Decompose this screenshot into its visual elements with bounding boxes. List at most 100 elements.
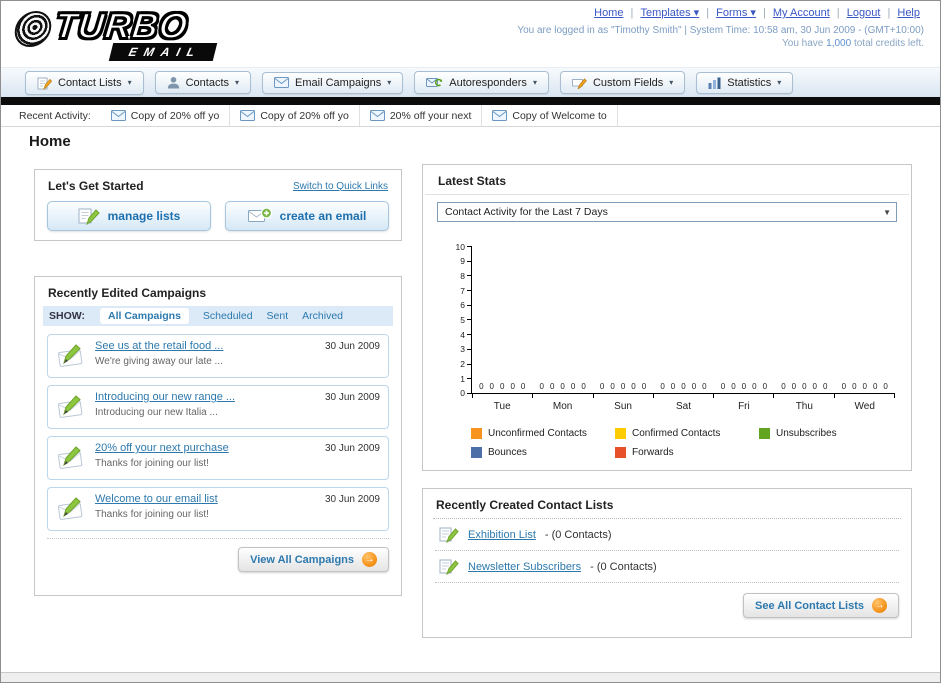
campaign-title-link[interactable]: Introducing our new range ...	[95, 391, 235, 403]
chart-bar-group: 00000	[774, 382, 834, 391]
contact-lists-icon	[37, 76, 52, 90]
chart-value-label: 0	[883, 382, 888, 391]
chart-value-label: 0	[620, 382, 626, 391]
tab-email-campaigns[interactable]: Email Campaigns ▾	[262, 71, 404, 94]
chart-x-label: Sat	[675, 401, 691, 412]
envelope-pencil-icon	[56, 444, 86, 470]
tab-label: Contacts	[185, 76, 230, 89]
list-pencil-icon	[439, 558, 459, 575]
legend-swatch	[759, 428, 770, 439]
tab-custom-fields[interactable]: Custom Fields ▾	[559, 71, 686, 94]
top-link-separator: |	[833, 7, 843, 19]
contact-list-link[interactable]: Exhibition List	[468, 529, 536, 541]
chart-bar-group: 00000	[653, 382, 713, 391]
chart-value-label: 0	[499, 382, 505, 391]
chevron-down-icon: ▾	[387, 78, 392, 87]
filter-archived[interactable]: Archived	[302, 310, 343, 322]
tab-contacts[interactable]: Contacts ▾	[154, 71, 252, 94]
email-campaigns-icon	[274, 77, 290, 88]
create-email-icon	[247, 207, 272, 225]
get-started-header: Let's Get Started Switch to Quick Links	[35, 170, 401, 199]
contact-list-item: Newsletter Subscribers - (0 Contacts)	[423, 551, 911, 582]
campaign-date: 30 Jun 2009	[324, 341, 380, 352]
view-all-campaigns-button[interactable]: View All Campaigns →	[238, 547, 389, 572]
stats-range-select[interactable]: Contact Activity for the Last 7 Days ▼	[437, 202, 897, 222]
credits-info: You have 1,000 total credits left.	[517, 38, 924, 49]
chart-value-label: 0	[641, 382, 647, 391]
legend-item-confirmed-contacts: Confirmed Contacts	[615, 428, 735, 439]
create-email-button[interactable]: create an email	[225, 201, 389, 231]
campaign-title-link[interactable]: Welcome to our email list	[95, 493, 218, 505]
recent-activity-item[interactable]: Copy of 20% off yo	[101, 105, 231, 126]
campaign-title-link[interactable]: 20% off your next purchase	[95, 442, 229, 454]
recent-activity-item[interactable]: Copy of Welcome to	[482, 105, 618, 126]
recent-campaigns-title: Recently Edited Campaigns	[48, 286, 207, 300]
top-link-home[interactable]: Home	[594, 7, 623, 19]
chart-value-label: 0	[702, 382, 707, 391]
latest-stats-header: Latest Stats	[425, 165, 909, 195]
filter-sent[interactable]: Sent	[267, 310, 289, 322]
contact-list-count: - (0 Contacts)	[544, 528, 612, 541]
contact-list-item: Exhibition List - (0 Contacts)	[423, 519, 911, 550]
chart-bar-group: 00000	[835, 382, 895, 391]
top-link-logout[interactable]: Logout	[847, 7, 881, 19]
chart-value-label: 0	[570, 382, 576, 391]
chart-value-label: 0	[581, 382, 586, 391]
legend-label: Bounces	[488, 447, 527, 458]
chart-value-label: 0	[549, 382, 555, 391]
campaign-list: See us at the retail food ... We're givin…	[35, 326, 401, 531]
switch-to-quick-links-link[interactable]: Switch to Quick Links	[293, 181, 388, 192]
contacts-icon	[167, 76, 180, 89]
chart-value-label: 0	[791, 382, 797, 391]
top-link-help[interactable]: Help	[897, 7, 920, 19]
contact-list-link[interactable]: Newsletter Subscribers	[468, 561, 581, 573]
tab-label: Statistics	[727, 76, 772, 89]
manage-lists-button[interactable]: manage lists	[47, 201, 211, 231]
campaign-subtitle: We're giving away our late ...	[95, 356, 223, 367]
top-link-my-account[interactable]: My Account	[773, 7, 830, 19]
top-links: Home | Templates ▾ | Forms ▾ | My Accoun…	[517, 6, 924, 19]
chart-y-tick: 6	[447, 300, 471, 310]
campaign-item: Welcome to our email list Thanks for join…	[47, 487, 389, 531]
chart-value-label: 0	[841, 382, 847, 391]
campaign-item: See us at the retail food ... We're givin…	[47, 334, 389, 378]
top-link-forms[interactable]: Forms ▾	[716, 7, 756, 19]
tab-autoresponders[interactable]: Autoresponders ▾	[414, 71, 549, 94]
manage-lists-label: manage lists	[107, 209, 181, 223]
filter-all-campaigns[interactable]: All Campaigns	[99, 308, 189, 324]
legend-swatch	[471, 428, 482, 439]
campaign-subtitle: Thanks for joining our list!	[95, 458, 209, 469]
chart-x-label: Fri	[738, 401, 750, 412]
recent-activity-item-label: Copy of Welcome to	[512, 109, 607, 122]
top-link-templates[interactable]: Templates ▾	[640, 7, 699, 19]
chart-value-label: 0	[762, 382, 768, 391]
recent-activity-item-label: 20% off your next	[389, 109, 472, 122]
chart-y-tick: 5	[447, 315, 471, 325]
page-title: Home	[29, 133, 71, 150]
tab-statistics[interactable]: Statistics ▾	[696, 71, 794, 94]
chart-y-tick: 8	[447, 271, 471, 281]
custom-fields-icon	[571, 76, 587, 89]
chart-value-label: 0	[660, 382, 665, 391]
filter-scheduled[interactable]: Scheduled	[203, 310, 253, 322]
see-all-contact-lists-button[interactable]: See All Contact Lists →	[742, 593, 899, 618]
session-info: You are logged in as "Timothy Smith" | S…	[517, 25, 924, 36]
statistics-icon	[708, 77, 721, 89]
chart-y-tick: 4	[447, 330, 471, 340]
tab-contact-lists[interactable]: Contact Lists ▾	[25, 70, 144, 95]
chart-x-label: Wed	[854, 401, 875, 412]
legend-item-forwards: Forwards	[615, 447, 735, 458]
recent-activity-item[interactable]: Copy of 20% off yo	[230, 105, 360, 126]
campaign-item: Introducing our new range ... Introducing…	[47, 385, 389, 429]
recent-activity-item[interactable]: 20% off your next	[360, 105, 483, 126]
chart-value-label: 0	[599, 382, 605, 391]
manage-lists-icon	[78, 207, 100, 225]
tab-label: Contact Lists	[58, 76, 122, 89]
recent-campaigns-header: Recently Edited Campaigns	[35, 277, 401, 306]
envelope-pencil-icon	[56, 342, 86, 368]
chart-value-label: 0	[560, 382, 565, 391]
campaign-title-link[interactable]: See us at the retail food ...	[95, 340, 223, 352]
chevron-down-icon: ▾	[777, 78, 782, 87]
chart-main: 00000000000000000000000000000000000 Tue M…	[471, 246, 895, 412]
nav-divider-bar	[1, 97, 940, 105]
